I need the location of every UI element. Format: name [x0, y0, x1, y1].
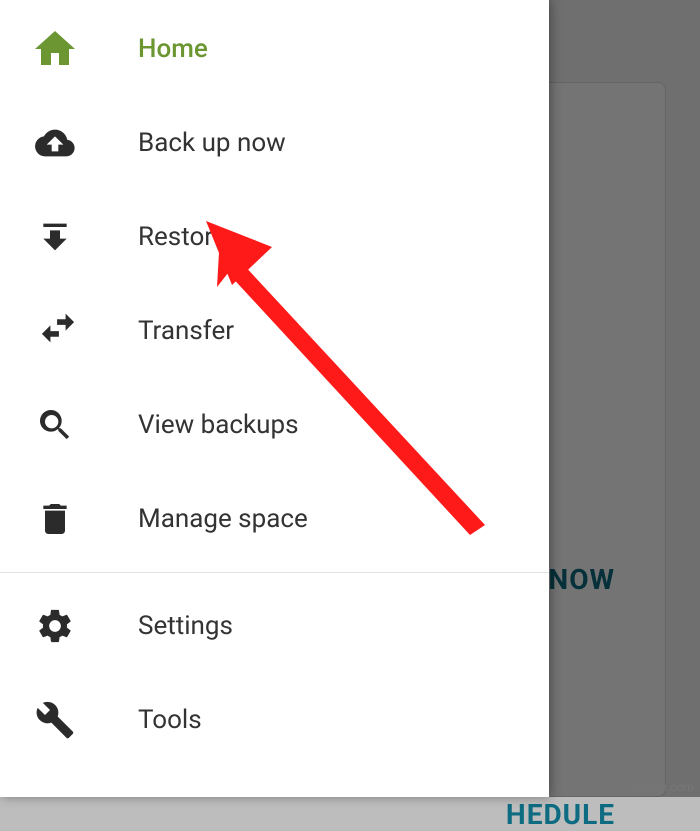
sidebar-item-label: Manage space	[138, 504, 308, 534]
sidebar-item-manage-space[interactable]: Manage space	[0, 472, 549, 566]
sidebar-item-backup-now[interactable]: Back up now	[0, 96, 549, 190]
watermark-text: wsxdn.com	[633, 780, 694, 794]
gear-icon	[30, 601, 80, 651]
transfer-icon	[30, 306, 80, 356]
sidebar-item-view-backups[interactable]: View backups	[0, 378, 549, 472]
home-icon	[30, 24, 80, 74]
sidebar-item-label: Back up now	[138, 128, 286, 158]
sidebar-item-label: Home	[138, 34, 208, 64]
sidebar-item-restore[interactable]: Restore	[0, 190, 549, 284]
sidebar-item-transfer[interactable]: Transfer	[0, 284, 549, 378]
sidebar-item-label: Transfer	[138, 316, 234, 346]
wrench-icon	[30, 695, 80, 745]
sidebar-item-label: Settings	[138, 611, 233, 641]
sidebar-item-label: Restore	[138, 222, 227, 252]
download-icon	[30, 212, 80, 262]
background-button-schedule[interactable]: HEDULE	[506, 798, 615, 831]
sidebar-item-label: View backups	[138, 410, 299, 440]
navigation-drawer: Home Back up now Restore Transfer View b	[0, 0, 549, 797]
sidebar-item-label: Tools	[138, 705, 202, 735]
sidebar-item-tools[interactable]: Tools	[0, 673, 549, 767]
search-icon	[30, 400, 80, 450]
drawer-menu: Home Back up now Restore Transfer View b	[0, 0, 549, 767]
menu-divider	[0, 572, 549, 573]
sidebar-item-settings[interactable]: Settings	[0, 579, 549, 673]
cloud-upload-icon	[30, 118, 80, 168]
sidebar-item-home[interactable]: Home	[0, 2, 549, 96]
trash-icon	[30, 494, 80, 544]
